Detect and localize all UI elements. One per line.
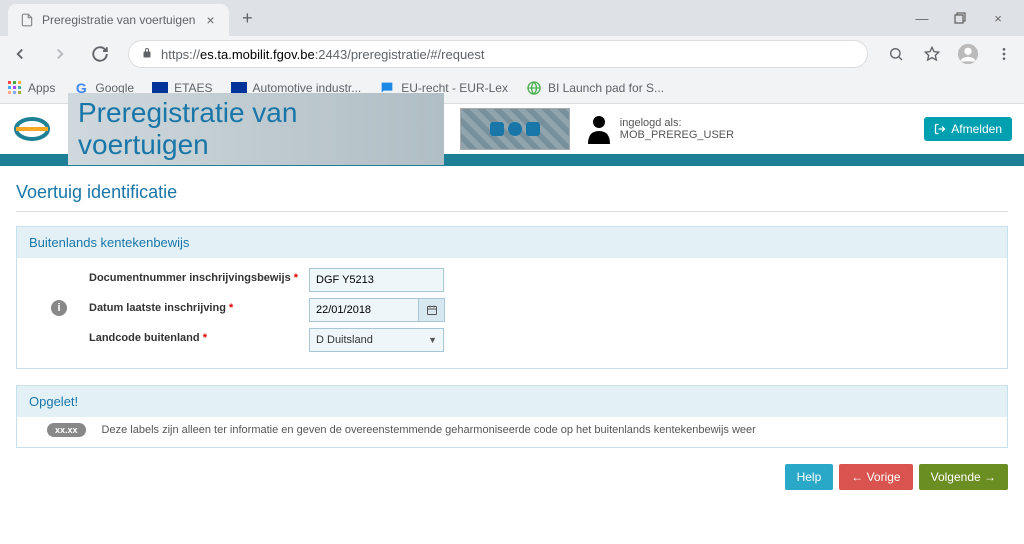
- lock-icon: [141, 47, 153, 62]
- tab-title: Preregistratie van voertuigen: [42, 13, 195, 27]
- chevron-down-icon: ▼: [428, 335, 437, 345]
- eu-flag-icon: [152, 82, 168, 93]
- address-bar[interactable]: https://es.ta.mobilit.fgov.be:2443/prere…: [128, 40, 868, 68]
- search-icon[interactable]: [884, 42, 908, 66]
- forward-button[interactable]: [48, 42, 72, 66]
- help-button[interactable]: Help: [785, 464, 834, 490]
- docnr-label: Documentnummer inschrijvingsbewijs *: [89, 268, 309, 284]
- star-icon[interactable]: [920, 42, 944, 66]
- info-icon[interactable]: i: [51, 300, 67, 316]
- nav-right: [884, 42, 1016, 66]
- banner-graphic: [460, 108, 570, 150]
- action-row: Help ← Vorige Volgende →: [16, 464, 1008, 498]
- reload-button[interactable]: [88, 42, 112, 66]
- page-title: Voertuig identificatie: [16, 182, 1008, 212]
- profile-icon[interactable]: [956, 42, 980, 66]
- app-title: Preregistratie van voertuigen: [78, 97, 297, 160]
- docnr-input[interactable]: [309, 268, 444, 292]
- date-input[interactable]: [309, 298, 419, 322]
- close-window-button[interactable]: ×: [988, 8, 1008, 28]
- app-title-box: Preregistratie van voertuigen: [68, 93, 444, 165]
- bi-icon: [526, 80, 542, 96]
- apps-button[interactable]: Apps: [8, 81, 55, 95]
- note-text: Deze labels zijn alleen ter informatie e…: [102, 424, 756, 436]
- apps-icon: [8, 81, 22, 95]
- row-date: i Datum laatste inschrijving *: [29, 298, 995, 322]
- row-country: Landcode buitenland * D Duitsland ▼: [29, 328, 995, 352]
- logout-button[interactable]: Afmelden: [924, 117, 1012, 141]
- info-badge: xx.xx: [47, 423, 86, 437]
- panel-attention: Opgelet! xx.xx Deze labels zijn alleen t…: [16, 385, 1008, 448]
- calendar-icon: [426, 304, 438, 316]
- panel-header-attention: Opgelet!: [17, 386, 1007, 417]
- browser-tab[interactable]: Preregistratie van voertuigen ×: [8, 4, 229, 36]
- calendar-button[interactable]: [419, 298, 445, 322]
- previous-button[interactable]: ← Vorige: [839, 464, 912, 490]
- nav-row: https://es.ta.mobilit.fgov.be:2443/prere…: [0, 36, 1024, 72]
- close-icon[interactable]: ×: [203, 13, 217, 27]
- next-button[interactable]: Volgende →: [919, 464, 1008, 490]
- user-silhouette-icon: [586, 114, 612, 144]
- bookmark-bi-launchpad[interactable]: BI Launch pad for S...: [526, 80, 664, 96]
- country-label: Landcode buitenland *: [89, 328, 309, 344]
- logged-in-text: ingelogd als: MOB_PREREG_USER: [620, 117, 797, 141]
- panel-header: Buitenlands kentekenbewijs: [17, 227, 1007, 258]
- panel-body: Documentnummer inschrijvingsbewijs * i D…: [17, 258, 1007, 368]
- page-icon: [20, 13, 34, 27]
- minimize-button[interactable]: —: [912, 8, 932, 28]
- app-logo: [12, 109, 52, 149]
- note-row: xx.xx Deze labels zijn alleen ter inform…: [17, 417, 1007, 447]
- user-area: ingelogd als: MOB_PREREG_USER Afmelden: [586, 114, 1012, 144]
- main-content: Voertuig identificatie Buitenlands kente…: [0, 166, 1024, 514]
- logout-icon: [934, 123, 946, 135]
- eu-flag-icon: [231, 82, 247, 93]
- back-button[interactable]: [8, 42, 32, 66]
- url-text: https://es.ta.mobilit.fgov.be:2443/prere…: [161, 47, 485, 62]
- date-label: Datum laatste inschrijving *: [89, 298, 309, 314]
- browser-chrome: Preregistratie van voertuigen × + — ×: [0, 0, 1024, 104]
- app-header: Preregistratie van voertuigen ingelogd a…: [0, 104, 1024, 154]
- window-controls: — ×: [912, 8, 1016, 28]
- maximize-button[interactable]: [950, 8, 970, 28]
- country-select[interactable]: D Duitsland ▼: [309, 328, 444, 352]
- row-docnr: Documentnummer inschrijvingsbewijs *: [29, 268, 995, 292]
- tab-row: Preregistratie van voertuigen × + — ×: [0, 0, 1024, 36]
- new-tab-button[interactable]: +: [233, 4, 261, 32]
- menu-icon[interactable]: [992, 42, 1016, 66]
- panel-foreign-cert: Buitenlands kentekenbewijs Documentnumme…: [16, 226, 1008, 369]
